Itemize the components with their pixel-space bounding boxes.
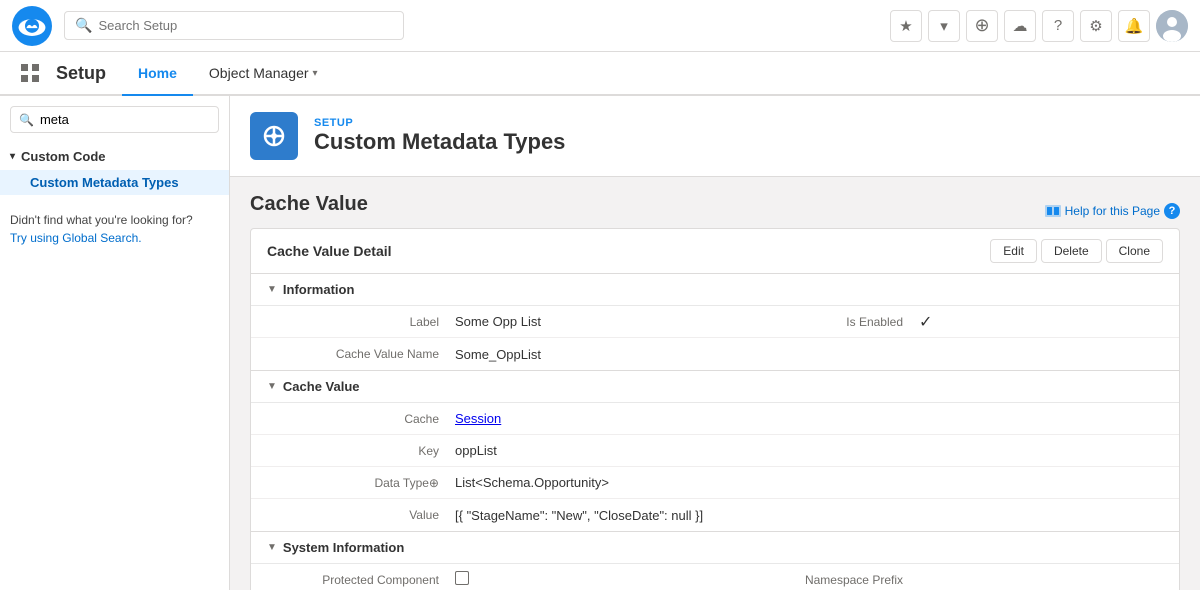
clone-button-top[interactable]: Clone [1106,239,1163,263]
salesforce-logo[interactable] [12,6,52,46]
info-row-1: Label Some Opp List Is Enabled ✓ [251,306,1179,338]
main-layout: 🔍 ▾ Custom Code Custom Metadata Types Di… [0,96,1200,590]
sidebar: 🔍 ▾ Custom Code Custom Metadata Types Di… [0,96,230,590]
page-header-title: Custom Metadata Types [314,129,565,155]
detail-area: Cache Value Help for this Page ? Cache V… [230,177,1200,590]
help-icon[interactable]: ? [1042,10,1074,42]
page-header: SETUP Custom Metadata Types [230,96,1200,177]
delete-button-top[interactable]: Delete [1041,239,1102,263]
cache-value-name-value: Some_OppList [451,347,1179,362]
favorites-icon[interactable]: ★ [890,10,922,42]
sidebar-search-input[interactable] [40,112,210,127]
section-cache-value: ▼ Cache Value Cache Session Key oppList [251,371,1179,532]
key-label: Key [251,444,451,458]
page-header-text: SETUP Custom Metadata Types [314,117,565,155]
section-system-info-title[interactable]: ▼ System Information [251,532,1179,564]
app-grid-icon[interactable] [12,51,48,95]
section-toolbar: Cache Value Detail Edit Delete Clone [251,229,1179,274]
favorites-dropdown-icon[interactable]: ▾ [928,10,960,42]
checkmark-icon: ✓ [919,314,932,331]
key-value: oppList [451,443,1179,458]
chevron-down-icon: ▾ [10,151,15,162]
tab-home[interactable]: Home [122,52,193,96]
section-information-title[interactable]: ▼ Information [251,274,1179,306]
notifications-icon[interactable]: 🔔 [1118,10,1150,42]
sidebar-section-custom-code: ▾ Custom Code Custom Metadata Types [0,139,229,199]
collapse-icon-3: ▼ [267,542,277,553]
protected-component-value [451,571,715,588]
content-area: SETUP Custom Metadata Types Cache Value … [230,96,1200,590]
avatar[interactable] [1156,10,1188,42]
value-value: [{ "StageName": "New", "CloseDate": null… [451,508,1179,523]
protected-checkbox[interactable] [455,571,469,585]
help-link[interactable]: Help for this Page ? [1045,203,1180,219]
protected-component-label: Protected Component [251,573,451,587]
section-toolbar-label: Cache Value Detail [267,243,392,259]
detail-card: Cache Value Detail Edit Delete Clone ▼ I… [250,228,1180,590]
global-search[interactable]: 🔍 [64,11,404,40]
label-label: Label [251,315,451,329]
top-nav-icons: ★ ▾ ⊕ ☁ ? ⚙ 🔔 [890,10,1188,42]
label-value: Some Opp List [451,314,715,329]
sidebar-item-custom-metadata-types[interactable]: Custom Metadata Types [0,170,229,195]
collapse-icon-2: ▼ [267,381,277,392]
toolbar-btn-group: Edit Delete Clone [990,239,1163,263]
data-type-value: List<Schema.Opportunity> [451,475,1179,490]
section-cache-value-title[interactable]: ▼ Cache Value [251,371,1179,403]
settings-icon[interactable]: ⚙ [1080,10,1112,42]
cache-row-2: Key oppList [251,435,1179,467]
sidebar-section-header-custom-code[interactable]: ▾ Custom Code [0,143,229,170]
sys-row-1: Protected Component Namespace Prefix [251,564,1179,590]
data-type-label: Data Type⊕ [251,476,451,490]
is-enabled-value: ✓ [915,312,1179,332]
namespace-prefix-label: Namespace Prefix [715,573,915,587]
cache-value-name-label: Cache Value Name [251,347,451,361]
cache-value: Session [451,411,1179,426]
section-system-information: ▼ System Information Protected Component… [251,532,1179,590]
page-header-setup-label: SETUP [314,117,565,129]
info-row-2: Cache Value Name Some_OppList [251,338,1179,370]
detail-header-row: Cache Value Help for this Page ? [250,193,1180,228]
cache-row-3: Data Type⊕ List<Schema.Opportunity> [251,467,1179,499]
top-navigation: 🔍 ★ ▾ ⊕ ☁ ? ⚙ 🔔 [0,0,1200,52]
app-title: Setup [48,63,122,84]
sidebar-search[interactable]: 🔍 [10,106,219,133]
help-question-icon: ? [1164,203,1180,219]
is-enabled-label: Is Enabled [715,315,915,329]
cloud-icon[interactable]: ☁ [1004,10,1036,42]
value-label: Value [251,508,451,522]
chevron-down-icon: ▾ [313,68,318,79]
sidebar-not-found: Didn't find what you're looking for? Try… [0,199,229,259]
sidebar-search-icon: 🔍 [19,113,34,127]
cache-row-1: Cache Session [251,403,1179,435]
global-search-link[interactable]: Try using Global Search. [10,231,142,245]
search-icon: 🔍 [75,17,92,34]
app-navigation: Setup Home Object Manager ▾ [0,52,1200,96]
detail-page-title: Cache Value [250,193,368,216]
page-header-icon [250,112,298,160]
tab-object-manager[interactable]: Object Manager ▾ [193,52,334,96]
global-search-input[interactable] [98,18,393,33]
cache-row-4: Value [{ "StageName": "New", "CloseDate"… [251,499,1179,531]
section-information: ▼ Information Label Some Opp List Is Ena… [251,274,1179,371]
cache-label: Cache [251,412,451,426]
add-icon[interactable]: ⊕ [966,10,998,42]
session-link[interactable]: Session [455,411,501,426]
edit-button-top[interactable]: Edit [990,239,1037,263]
collapse-icon: ▼ [267,284,277,295]
